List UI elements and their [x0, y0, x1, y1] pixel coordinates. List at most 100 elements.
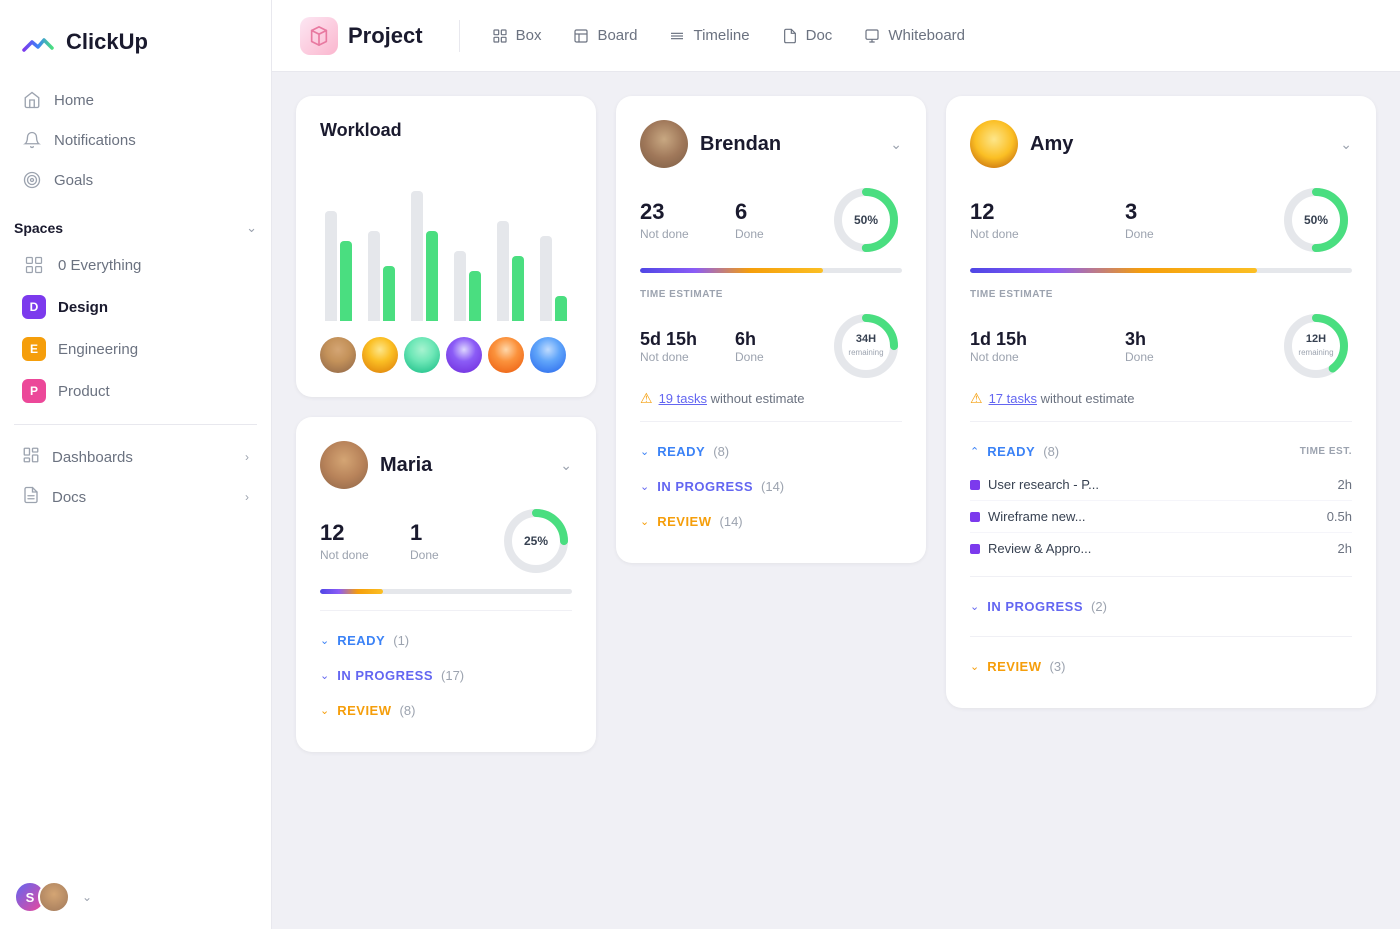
brendan-warning-icon: ⚠	[640, 390, 653, 407]
sidebar-goals-label: Goals	[54, 172, 93, 189]
bar-green-5	[512, 256, 524, 321]
amy-status-review[interactable]: ⌄ REVIEW (3)	[970, 649, 1352, 684]
sidebar-item-product[interactable]: P Product	[8, 370, 263, 412]
tab-doc[interactable]: Doc	[766, 19, 849, 52]
amy-not-done-stat: 12 Not done	[970, 199, 1125, 241]
task-dot-3	[970, 544, 980, 554]
home-icon	[22, 90, 42, 110]
brendan-status-inprogress[interactable]: ⌄ IN PROGRESS (14)	[640, 469, 902, 504]
task-dot-1	[970, 480, 980, 490]
sidebar: ClickUp Home Notifications	[0, 0, 272, 929]
spaces-chevron[interactable]: ⌄	[246, 220, 257, 236]
amy-person-info: Amy	[970, 120, 1073, 168]
workload-card: Workload	[296, 96, 596, 397]
amy-status-ready[interactable]: ⌃ READY (8) TIME EST.	[970, 434, 1352, 469]
brendan-donut: 50%	[830, 184, 902, 256]
brendan-warning-link[interactable]: 19 tasks	[659, 391, 707, 406]
brendan-status-review[interactable]: ⌄ REVIEW (14)	[640, 504, 902, 539]
amy-remaining-label: 12H remaining	[1298, 333, 1333, 359]
amy-time-estimate-label: TIME ESTIMATE	[970, 289, 1352, 300]
project-section: Project	[300, 17, 423, 55]
workload-avatar-5	[488, 337, 524, 373]
brendan-status-ready[interactable]: ⌄ READY (8)	[640, 434, 902, 469]
brendan-stats-row: 23 Not done 6 Done 50%	[640, 184, 902, 256]
maria-not-done-label: Not done	[320, 548, 410, 562]
tab-board[interactable]: Board	[557, 19, 653, 52]
dashboards-label: Dashboards	[52, 449, 133, 466]
main-area: Project Box Board Timeline	[272, 0, 1400, 929]
amy-review-left: ⌄ REVIEW (3)	[970, 659, 1065, 674]
docs-icon	[22, 486, 40, 508]
amy-stats-row: 12 Not done 3 Done 50%	[970, 184, 1352, 256]
brendan-inprogress-text: IN PROGRESS	[657, 479, 753, 494]
spaces-section: Spaces ⌄	[0, 200, 271, 244]
maria-status-inprogress[interactable]: ⌄ IN PROGRESS (17)	[320, 658, 572, 693]
workload-avatar-2	[362, 337, 398, 373]
logo-area: ClickUp	[0, 0, 271, 80]
maria-not-done-num: 12	[320, 520, 410, 546]
sidebar-item-engineering[interactable]: E Engineering	[8, 328, 263, 370]
amy-inprogress-count: (2)	[1091, 599, 1107, 614]
brendan-time-done-label: Done	[735, 350, 830, 364]
maria-inprogress-chevron: ⌄	[320, 669, 329, 682]
sidebar-item-notifications[interactable]: Notifications	[8, 120, 263, 160]
sidebar-item-home[interactable]: Home	[8, 80, 263, 120]
brendan-review-count: (14)	[720, 514, 743, 529]
maria-done-num: 1	[410, 520, 500, 546]
amy-status-inprogress[interactable]: ⌄ IN PROGRESS (2)	[970, 589, 1352, 624]
maria-status-ready[interactable]: ⌄ READY (1)	[320, 623, 572, 658]
amy-inprogress-text: IN PROGRESS	[987, 599, 1083, 614]
tab-whiteboard[interactable]: Whiteboard	[848, 19, 981, 52]
amy-warning-link[interactable]: 17 tasks	[989, 391, 1037, 406]
dashboards-chevron: ›	[245, 450, 249, 464]
tab-box[interactable]: Box	[476, 19, 558, 52]
amy-ready-left: ⌃ READY (8)	[970, 444, 1059, 459]
brendan-warning-text: 19 tasks without estimate	[659, 391, 805, 406]
product-label: Product	[58, 383, 110, 400]
sidebar-item-docs[interactable]: Docs ›	[8, 477, 263, 517]
maria-review-chevron: ⌄	[320, 704, 329, 717]
amy-remaining-donut: 12H remaining	[1280, 310, 1352, 382]
amy-collapse-button[interactable]: ⌄	[1340, 136, 1352, 153]
tab-timeline[interactable]: Timeline	[653, 19, 765, 52]
maria-done-stat: 1 Done	[410, 520, 500, 562]
brendan-percent-label: 50%	[854, 213, 878, 227]
user-avatars: S	[14, 881, 70, 913]
amy-divider-1	[970, 421, 1352, 422]
brendan-card-header: Brendan ⌄	[640, 120, 902, 168]
maria-inprogress-text: IN PROGRESS	[337, 668, 433, 683]
brendan-time-not-done-val: 5d 15h	[640, 329, 735, 350]
sidebar-item-goals[interactable]: Goals	[8, 160, 263, 200]
maria-not-done-stat: 12 Not done	[320, 520, 410, 562]
footer-chevron[interactable]: ⌄	[82, 890, 92, 904]
maria-collapse-button[interactable]: ⌄	[560, 457, 572, 474]
sidebar-item-everything[interactable]: 0 Everything	[8, 244, 263, 286]
maria-review-left: ⌄ REVIEW (8)	[320, 703, 415, 718]
doc-icon	[782, 28, 798, 44]
amy-warning-text: 17 tasks without estimate	[989, 391, 1135, 406]
task-name-2: Wireframe new...	[988, 509, 1319, 524]
sidebar-item-dashboards[interactable]: Dashboards ›	[8, 437, 263, 477]
brendan-done-num: 6	[735, 199, 830, 225]
brendan-name: Brendan	[700, 133, 781, 156]
goals-icon	[22, 170, 42, 190]
workload-avatar-1	[320, 337, 356, 373]
amy-time-done: 3h Done	[1125, 329, 1280, 364]
amy-time-done-val: 3h	[1125, 329, 1280, 350]
tab-doc-label: Doc	[806, 27, 833, 44]
maria-status-review[interactable]: ⌄ REVIEW (8)	[320, 693, 572, 728]
brendan-ready-count: (8)	[713, 444, 729, 459]
amy-not-done-label: Not done	[970, 227, 1125, 241]
timeline-icon	[669, 28, 685, 44]
box-icon	[492, 28, 508, 44]
brendan-collapse-button[interactable]: ⌄	[890, 136, 902, 153]
task-time-3: 2h	[1338, 541, 1352, 556]
amy-warning-icon: ⚠	[970, 390, 983, 407]
bar-group-6	[535, 161, 572, 321]
brendan-time-done: 6h Done	[735, 329, 830, 364]
bar-group-2	[363, 161, 400, 321]
sidebar-item-design[interactable]: D Design	[8, 286, 263, 328]
amy-percent-label: 50%	[1304, 213, 1328, 227]
project-icon	[300, 17, 338, 55]
brendan-review-chevron: ⌄	[640, 515, 649, 528]
